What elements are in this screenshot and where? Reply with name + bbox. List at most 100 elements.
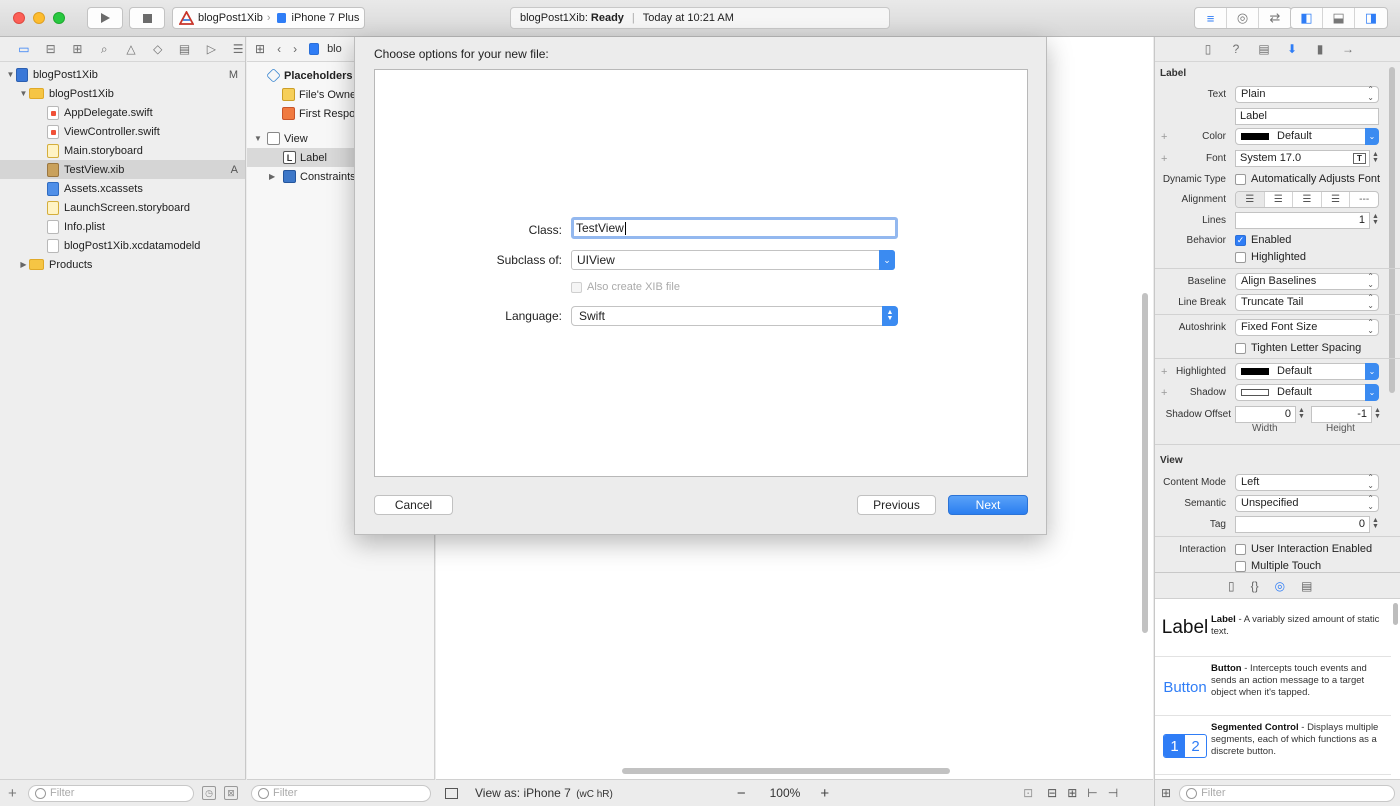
debug-area-toggle-icon[interactable]: ⬓ bbox=[1323, 8, 1355, 28]
tag-stepper[interactable]: ▲ ▼ bbox=[1371, 516, 1380, 533]
outline-filter-input[interactable]: Filter bbox=[251, 784, 431, 802]
tree-row-project[interactable]: ▼ blogPost1Xib M bbox=[0, 65, 245, 84]
zoom-in-icon[interactable]: + bbox=[820, 785, 829, 802]
tree-row-appdelegate[interactable]: AppDelegate.swift bbox=[0, 103, 245, 122]
file-template-library-icon[interactable]: ▯ bbox=[1228, 579, 1235, 593]
semantic-popup[interactable]: Unspecified ⌃ ⌄ bbox=[1235, 494, 1379, 512]
color-popup[interactable]: Default ⌄ bbox=[1235, 127, 1379, 145]
align-left-icon[interactable]: ☰ bbox=[1236, 191, 1265, 207]
library-scrollbar[interactable] bbox=[1393, 603, 1398, 625]
shadow-color-popup[interactable]: Default ⌄ bbox=[1235, 383, 1379, 401]
language-popup[interactable]: Swift ▲ ▼ bbox=[571, 306, 898, 326]
variation-plus-icon[interactable]: + bbox=[1161, 153, 1167, 165]
file-inspector-icon[interactable]: ▯ bbox=[1200, 42, 1216, 56]
add-constraints-icon[interactable]: ⊢ bbox=[1087, 786, 1097, 800]
zoom-level[interactable]: 100% bbox=[770, 786, 801, 800]
font-size-stepper[interactable]: ▲ ▼ bbox=[1371, 150, 1380, 167]
navigator-toggle-icon[interactable]: ◧ bbox=[1291, 8, 1323, 28]
disclosure-open-icon[interactable]: ▼ bbox=[254, 134, 267, 143]
align-right-icon[interactable]: ☰ bbox=[1293, 191, 1322, 207]
line-break-popup[interactable]: Truncate Tail ⌃ ⌄ bbox=[1235, 293, 1379, 311]
scheme-selector[interactable]: blogPost1Xib › iPhone 7 Plus bbox=[172, 7, 365, 29]
lines-stepper[interactable]: ▲ ▼ bbox=[1371, 212, 1380, 229]
align-center-icon[interactable]: ☰ bbox=[1265, 191, 1294, 207]
disclosure-open-icon[interactable]: ▼ bbox=[5, 70, 16, 79]
highlighted-checkbox[interactable]: Highlighted bbox=[1235, 251, 1306, 263]
canvas-horizontal-scrollbar[interactable] bbox=[622, 768, 950, 774]
tree-row-products[interactable]: ▶ Products bbox=[0, 255, 245, 274]
baseline-popup[interactable]: Align Baselines ⌃ ⌄ bbox=[1235, 272, 1379, 290]
attributes-inspector-icon[interactable]: ⬇ bbox=[1284, 42, 1300, 56]
tree-row-group[interactable]: ▼ blogPost1Xib bbox=[0, 84, 245, 103]
object-library-icon[interactable]: ◎ bbox=[1275, 579, 1285, 593]
align-natural-icon[interactable]: --- bbox=[1350, 192, 1378, 207]
code-snippet-library-icon[interactable]: {} bbox=[1251, 579, 1259, 593]
dynamic-type-checkbox[interactable]: Automatically Adjusts Font bbox=[1235, 173, 1380, 185]
breakpoint-navigator-icon[interactable]: ▷ bbox=[204, 42, 218, 56]
window-close-button[interactable] bbox=[13, 12, 25, 24]
related-items-icon[interactable]: ⊞ bbox=[255, 42, 265, 56]
debug-navigator-icon[interactable]: ▤ bbox=[178, 42, 192, 56]
variation-plus-icon[interactable]: + bbox=[1161, 387, 1167, 399]
source-control-icon[interactable]: ⊟ bbox=[44, 42, 58, 56]
cancel-button[interactable]: Cancel bbox=[374, 495, 453, 515]
embed-stack-icon[interactable]: ⊟ bbox=[1047, 786, 1057, 800]
tree-row-viewcontroller[interactable]: ViewController.swift bbox=[0, 122, 245, 141]
shadow-height-stepper[interactable]: ▲ ▼ bbox=[1373, 406, 1382, 423]
variation-plus-icon[interactable]: + bbox=[1161, 366, 1167, 378]
media-library-icon[interactable]: ▤ bbox=[1301, 579, 1312, 593]
issue-navigator-icon[interactable]: △ bbox=[124, 42, 138, 56]
enabled-checkbox[interactable]: ✓ Enabled bbox=[1235, 234, 1291, 246]
standard-editor-icon[interactable]: ≡ bbox=[1195, 8, 1227, 28]
window-minimize-button[interactable] bbox=[33, 12, 45, 24]
text-type-popup[interactable]: Plain ⌃ ⌄ bbox=[1235, 85, 1379, 103]
disclosure-closed-icon[interactable]: ▶ bbox=[269, 172, 283, 181]
shadow-width-stepper[interactable]: ▲ ▼ bbox=[1297, 406, 1306, 423]
identity-inspector-icon[interactable]: ▤ bbox=[1256, 42, 1272, 56]
test-navigator-icon[interactable]: ◇ bbox=[151, 42, 165, 56]
find-navigator-icon[interactable]: ⌕ bbox=[97, 42, 111, 57]
library-item-button[interactable]: Button Button - Intercepts touch events … bbox=[1155, 658, 1391, 716]
subclass-combo-box[interactable]: UIView ⌄ bbox=[571, 250, 895, 270]
variation-plus-icon[interactable]: + bbox=[1161, 131, 1167, 143]
jump-bar-crumb[interactable]: blo bbox=[327, 43, 342, 55]
utilities-toggle-icon[interactable]: ◨ bbox=[1355, 8, 1387, 28]
back-arrow-icon[interactable]: ‹ bbox=[277, 42, 281, 56]
canvas-vertical-scrollbar[interactable] bbox=[1142, 293, 1148, 633]
tag-field[interactable]: 0 bbox=[1235, 515, 1370, 533]
recent-files-icon[interactable]: ◷ bbox=[202, 786, 216, 800]
version-editor-icon[interactable]: ⇄ bbox=[1259, 8, 1291, 28]
update-frames-icon[interactable]: ⊡ bbox=[1023, 786, 1033, 800]
quick-help-icon[interactable]: ? bbox=[1228, 42, 1244, 56]
resolve-issues-icon[interactable]: ⊣ bbox=[1108, 786, 1118, 800]
shadow-height-field[interactable]: -1 bbox=[1311, 405, 1372, 423]
previous-button[interactable]: Previous bbox=[857, 495, 936, 515]
highlighted-color-popup[interactable]: Default ⌄ bbox=[1235, 362, 1379, 380]
library-filter-input[interactable]: Filter bbox=[1179, 784, 1395, 802]
stop-button[interactable] bbox=[129, 7, 165, 29]
text-content-field[interactable]: Label bbox=[1235, 107, 1379, 125]
autoshrink-popup[interactable]: Fixed Font Size ⌃ ⌄ bbox=[1235, 318, 1379, 336]
tree-row-launchscreen[interactable]: LaunchScreen.storyboard bbox=[0, 198, 245, 217]
tree-row-assets[interactable]: Assets.xcassets bbox=[0, 179, 245, 198]
disclosure-closed-icon[interactable]: ▶ bbox=[18, 260, 29, 269]
project-navigator-icon[interactable]: ▭ bbox=[17, 42, 31, 56]
assistant-editor-icon[interactable]: ◎ bbox=[1227, 8, 1259, 28]
chevron-down-icon[interactable]: ⌄ bbox=[879, 250, 895, 270]
tree-row-main-storyboard[interactable]: Main.storyboard bbox=[0, 141, 245, 160]
font-picker-icon[interactable]: T bbox=[1353, 152, 1366, 164]
connections-inspector-icon[interactable]: → bbox=[1340, 42, 1356, 56]
grid-view-icon[interactable]: ⊞ bbox=[1161, 786, 1171, 800]
library-item-label[interactable]: Label Label - A variably sized amount of… bbox=[1155, 599, 1391, 657]
view-as-button[interactable]: View as: iPhone 7 (wC hR) bbox=[475, 786, 613, 800]
class-name-input[interactable]: TestView bbox=[571, 217, 898, 239]
lines-field[interactable]: 1 bbox=[1235, 211, 1370, 229]
align-justify-icon[interactable]: ☰ bbox=[1322, 191, 1351, 207]
align-icon[interactable]: ⊞ bbox=[1067, 786, 1077, 800]
scm-filter-icon[interactable]: ⊠ bbox=[224, 786, 238, 800]
disclosure-open-icon[interactable]: ▼ bbox=[18, 89, 29, 98]
report-navigator-icon[interactable]: ☰ bbox=[231, 42, 245, 56]
tree-row-datamodel[interactable]: blogPost1Xib.xcdatamodeld bbox=[0, 236, 245, 255]
next-button[interactable]: Next bbox=[948, 495, 1028, 515]
outline-toggle-icon[interactable] bbox=[445, 787, 458, 799]
